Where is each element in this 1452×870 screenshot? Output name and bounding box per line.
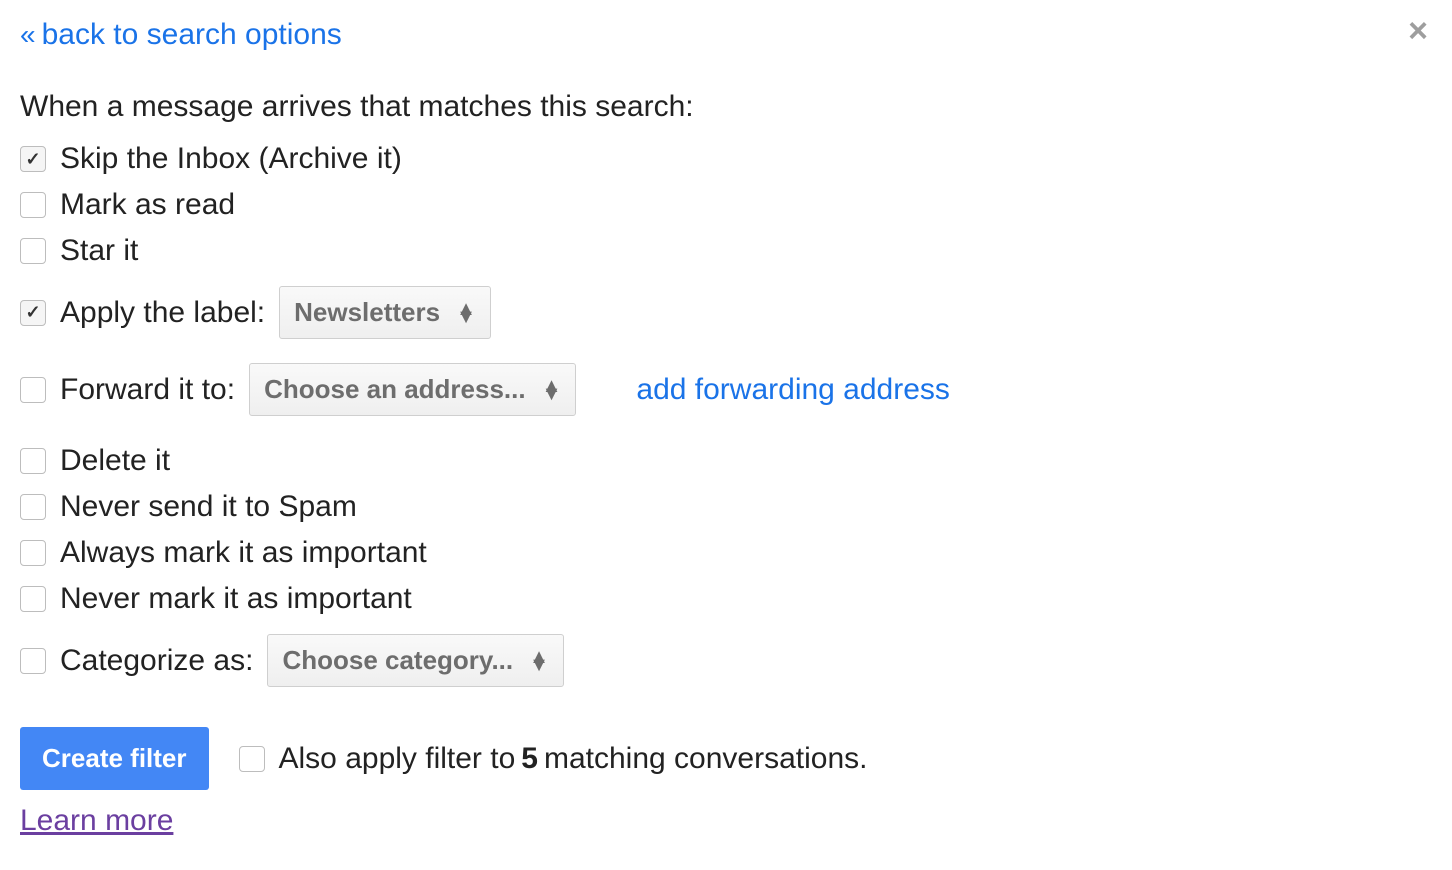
option-skip-inbox: Skip the Inbox (Archive it) — [20, 136, 1432, 182]
create-filter-button[interactable]: Create filter — [20, 727, 209, 790]
back-link-label: back to search options — [42, 18, 342, 51]
back-chevron-icon: « — [20, 19, 36, 50]
select-apply-label-value: Newsletters — [294, 297, 440, 328]
select-category-value: Choose category... — [282, 645, 513, 676]
checkbox-always-important[interactable] — [20, 540, 46, 566]
option-apply-label: Apply the label: Newsletters ▲▼ — [20, 274, 1432, 351]
label-star: Star it — [60, 234, 138, 268]
also-apply-suffix: matching conversations. — [544, 742, 868, 776]
checkbox-mark-read[interactable] — [20, 192, 46, 218]
label-apply-label: Apply the label: — [60, 296, 265, 330]
label-mark-read: Mark as read — [60, 188, 235, 222]
label-skip-inbox: Skip the Inbox (Archive it) — [60, 142, 402, 176]
select-apply-label[interactable]: Newsletters ▲▼ — [279, 286, 491, 339]
label-forward: Forward it to: — [60, 373, 235, 407]
checkbox-star[interactable] — [20, 238, 46, 264]
also-apply-count: 5 — [521, 742, 538, 776]
option-star: Star it — [20, 228, 1432, 274]
option-delete: Delete it — [20, 438, 1432, 484]
option-categorize: Categorize as: Choose category... ▲▼ — [20, 622, 1432, 699]
checkbox-never-spam[interactable] — [20, 494, 46, 520]
checkbox-skip-inbox[interactable] — [20, 146, 46, 172]
intro-text: When a message arrives that matches this… — [20, 90, 1432, 124]
filter-actions-panel: «back to search options × When a message… — [0, 0, 1452, 858]
learn-more-link[interactable]: Learn more — [20, 804, 173, 838]
option-mark-read: Mark as read — [20, 182, 1432, 228]
updown-icon: ▲▼ — [542, 382, 562, 398]
checkbox-forward[interactable] — [20, 377, 46, 403]
checkbox-also-apply[interactable] — [239, 746, 265, 772]
select-category[interactable]: Choose category... ▲▼ — [267, 634, 563, 687]
option-never-spam: Never send it to Spam — [20, 484, 1432, 530]
checkbox-never-important[interactable] — [20, 586, 46, 612]
option-forward: Forward it to: Choose an address... ▲▼ a… — [20, 351, 1432, 428]
checkbox-apply-label[interactable] — [20, 300, 46, 326]
add-forwarding-address-link[interactable]: add forwarding address — [636, 373, 950, 407]
option-never-important: Never mark it as important — [20, 576, 1432, 622]
updown-icon: ▲▼ — [529, 653, 549, 669]
back-to-search-link[interactable]: «back to search options — [20, 18, 342, 52]
label-never-spam: Never send it to Spam — [60, 490, 357, 524]
also-apply-prefix: Also apply filter to — [279, 742, 516, 776]
checkbox-delete[interactable] — [20, 448, 46, 474]
also-apply-row: Also apply filter to 5 matching conversa… — [239, 742, 868, 776]
close-icon[interactable]: × — [1408, 14, 1428, 48]
option-always-important: Always mark it as important — [20, 530, 1432, 576]
footer-row: Create filter Also apply filter to 5 mat… — [20, 727, 1432, 790]
label-delete: Delete it — [60, 444, 170, 478]
label-never-important: Never mark it as important — [60, 582, 412, 616]
select-forward-address[interactable]: Choose an address... ▲▼ — [249, 363, 576, 416]
checkbox-categorize[interactable] — [20, 648, 46, 674]
label-categorize: Categorize as: — [60, 644, 253, 678]
select-forward-value: Choose an address... — [264, 374, 526, 405]
updown-icon: ▲▼ — [456, 305, 476, 321]
label-always-important: Always mark it as important — [60, 536, 427, 570]
